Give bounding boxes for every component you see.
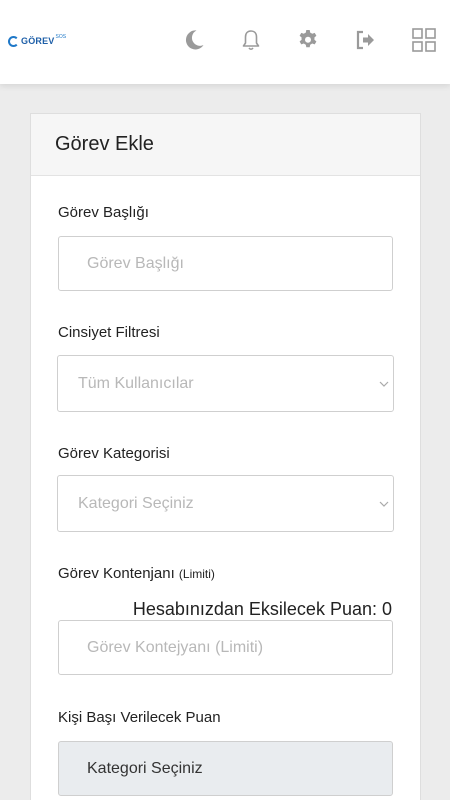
task-title-placeholder: Görev Başlığı	[87, 254, 184, 272]
card-header: Görev Ekle	[31, 114, 420, 176]
bell-icon[interactable]	[239, 28, 263, 52]
task-category-select[interactable]: Kategori Seçiniz	[57, 475, 394, 532]
task-title-input[interactable]: Görev Başlığı	[58, 236, 393, 291]
per-person-points-field: Kategori Seçiniz	[58, 741, 393, 796]
app-logo[interactable]: GÖREV SOS	[8, 34, 66, 48]
task-quota-input[interactable]: Görev Kontejyanı (Limiti)	[58, 620, 393, 675]
gender-filter-label: Cinsiyet Filtresi	[58, 324, 160, 341]
task-quota-label-text: Görev Kontenjanı	[58, 565, 175, 582]
moon-icon[interactable]	[182, 28, 206, 52]
logout-icon[interactable]	[354, 28, 378, 52]
top-bar: GÖREV SOS	[0, 0, 450, 84]
task-category-label: Görev Kategorisi	[58, 445, 170, 462]
gear-icon[interactable]	[296, 28, 320, 52]
per-person-points-value: Kategori Seçiniz	[87, 759, 203, 777]
task-quota-label: Görev Kontenjanı (Limiti)	[58, 565, 215, 582]
gender-filter-select[interactable]: Tüm Kullanıcılar	[57, 355, 394, 412]
task-category-value: Kategori Seçiniz	[78, 494, 194, 512]
task-title-label: Görev Başlığı	[58, 204, 149, 221]
per-person-points-label: Kişi Başı Verilecek Puan	[58, 709, 221, 726]
grid-icon[interactable]	[412, 28, 436, 52]
points-deduction-text: Hesabınızdan Eksilecek Puan: 0	[132, 599, 392, 619]
task-quota-label-note: (Limiti)	[178, 567, 215, 581]
logo-suffix: SOS	[55, 34, 67, 40]
page-title: Görev Ekle	[55, 133, 154, 155]
logo-text: GÖREV	[21, 36, 55, 46]
task-quota-placeholder: Görev Kontejyanı (Limiti)	[87, 638, 264, 656]
add-task-card: Görev Ekle Görev Başlığı Görev Başlığı C…	[30, 113, 421, 800]
chevron-down-icon	[379, 380, 389, 388]
gender-filter-value: Tüm Kullanıcılar	[78, 374, 194, 392]
chevron-down-icon	[379, 500, 389, 508]
logo-mark-icon	[8, 35, 19, 47]
